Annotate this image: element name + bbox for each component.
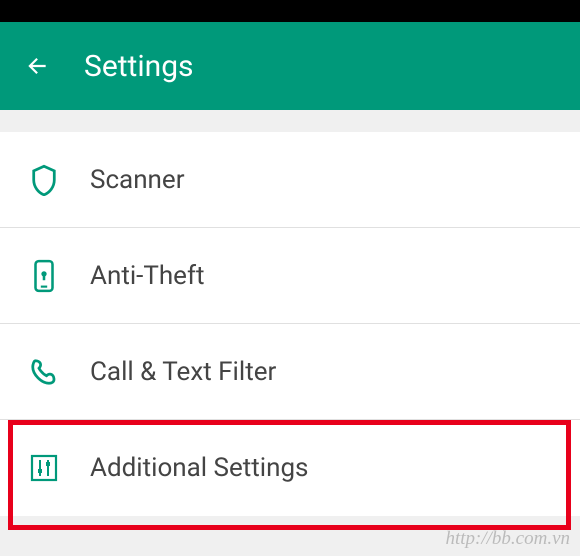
phone-lock-icon bbox=[28, 260, 60, 292]
list-item-label: Call & Text Filter bbox=[90, 357, 276, 387]
sliders-icon bbox=[28, 452, 60, 484]
list-item-label: Anti-Theft bbox=[90, 261, 205, 291]
spacer bbox=[0, 110, 580, 132]
list-item-label: Scanner bbox=[90, 165, 185, 195]
list-item-additional-settings[interactable]: Additional Settings bbox=[0, 420, 580, 516]
status-bar bbox=[0, 0, 580, 22]
settings-list: Scanner Anti-Theft Call & Text Filter bbox=[0, 132, 580, 516]
phone-call-icon bbox=[28, 356, 60, 388]
app-header: Settings bbox=[0, 22, 580, 110]
shield-icon bbox=[28, 164, 60, 196]
back-button[interactable] bbox=[24, 53, 50, 79]
list-item-anti-theft[interactable]: Anti-Theft bbox=[0, 228, 580, 324]
list-item-scanner[interactable]: Scanner bbox=[0, 132, 580, 228]
watermark: http://bb.com.vn bbox=[445, 528, 570, 550]
list-item-label: Additional Settings bbox=[90, 453, 308, 483]
arrow-left-icon bbox=[24, 52, 50, 80]
list-item-call-text-filter[interactable]: Call & Text Filter bbox=[0, 324, 580, 420]
page-title: Settings bbox=[84, 49, 194, 84]
